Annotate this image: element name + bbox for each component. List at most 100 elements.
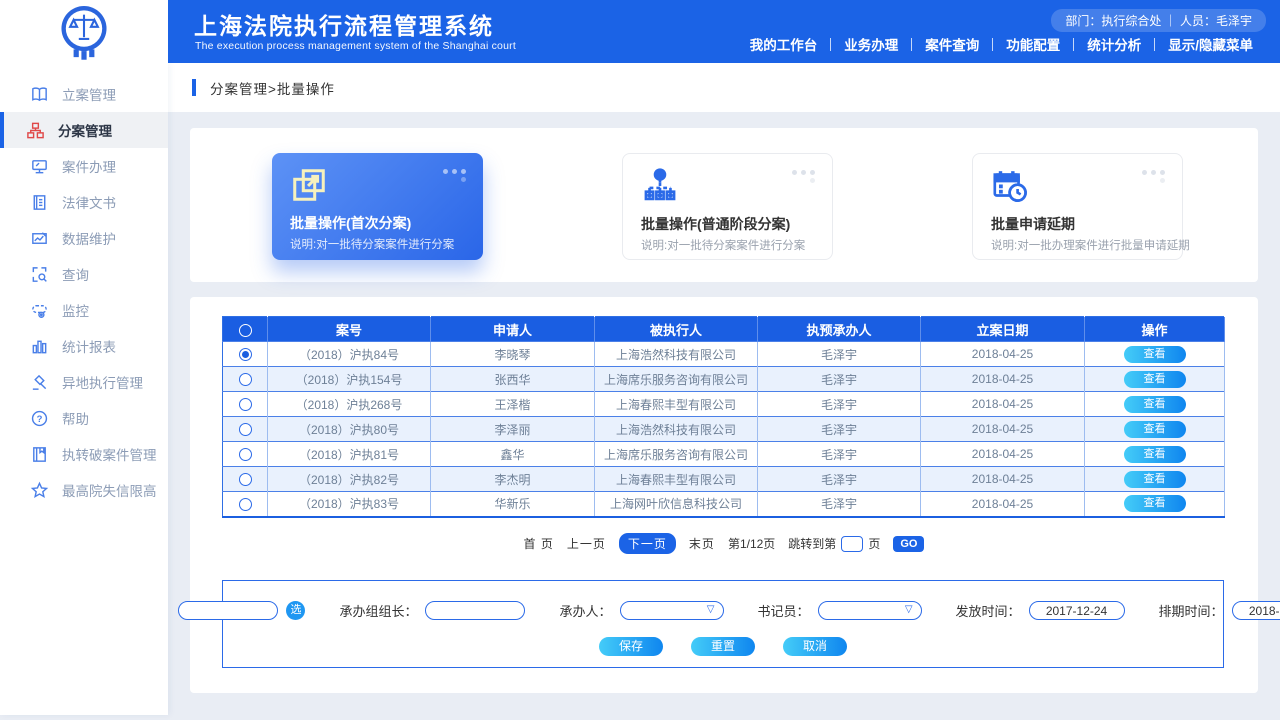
table-row: （2018）沪执81号 鑫华 上海席乐服务咨询有限公司 毛泽宇 2018-04-… — [223, 442, 1225, 467]
sidebar-item-label: 查询 — [62, 264, 89, 284]
view-button[interactable]: 查看 — [1124, 495, 1186, 512]
reset-button[interactable]: 重置 — [691, 637, 755, 656]
cell-filing-date: 2018-04-25 — [921, 417, 1085, 442]
table-row: （2018）沪执82号 李杰明 上海春熙丰型有限公司 毛泽宇 2018-04-2… — [223, 467, 1225, 492]
jump-page-input[interactable] — [841, 536, 863, 552]
sidebar-item-query[interactable]: 查询 — [0, 256, 168, 292]
row-radio[interactable] — [239, 373, 252, 386]
row-radio[interactable] — [239, 473, 252, 486]
monitor-eye-icon — [30, 301, 49, 320]
case-list-panel: 案号 申请人 被执行人 执预承办人 立案日期 操作 （2018）沪执84号 李晓… — [190, 297, 1258, 693]
page-next-link[interactable]: 下一页 — [619, 533, 676, 554]
select-all-radio[interactable] — [239, 324, 252, 337]
cell-filing-date: 2018-04-25 — [921, 392, 1085, 417]
svg-text:?: ? — [37, 413, 43, 424]
sidebar-item-statistical-reports[interactable]: 统计报表 — [0, 328, 168, 364]
card-batch-stage-assignment[interactable]: 批量操作(普通阶段分案) 说明:对一批待分案案件进行分案 — [622, 153, 833, 260]
schedule-date-input[interactable] — [1232, 601, 1280, 620]
cell-respondent: 上海网叶欣信息科技公司 — [595, 492, 758, 517]
view-button[interactable]: 查看 — [1124, 471, 1186, 488]
sidebar-item-case-handling[interactable]: 案件办理 — [0, 148, 168, 184]
card-more-menu[interactable] — [792, 170, 816, 184]
card-title: 批量申请延期 — [991, 214, 1075, 234]
cell-respondent: 上海席乐服务咨询有限公司 — [595, 367, 758, 392]
card-more-menu[interactable] — [1142, 170, 1166, 184]
cell-applicant: 李泽丽 — [431, 417, 595, 442]
sidebar-item-remote-execution[interactable]: 异地执行管理 — [0, 364, 168, 400]
page-last-link[interactable]: 末页 — [689, 535, 715, 552]
nav-item-toggle-menu[interactable]: 显示/隐藏菜单 — [1155, 34, 1266, 54]
go-button[interactable]: GO — [893, 536, 924, 552]
sidebar-item-legal-documents[interactable]: 法律文书 — [0, 184, 168, 220]
sidebar-item-help[interactable]: ? 帮助 — [0, 400, 168, 436]
jump-label-prefix: 跳转到第 — [788, 535, 836, 552]
page-info: 第1/12页 — [728, 535, 775, 552]
sidebar-item-bankruptcy-cases[interactable]: 执转破案件管理 — [0, 436, 168, 472]
case-table: 案号 申请人 被执行人 执预承办人 立案日期 操作 （2018）沪执84号 李晓… — [222, 316, 1225, 518]
page-first-link[interactable]: 首 页 — [524, 535, 554, 552]
issue-date-label: 发放时间： — [956, 601, 1021, 620]
cell-undertaker: 毛泽宇 — [758, 367, 921, 392]
row-radio[interactable] — [239, 448, 252, 461]
save-button[interactable]: 保存 — [599, 637, 663, 656]
undertaker-label: 承办人： — [559, 601, 611, 620]
row-radio[interactable] — [239, 498, 252, 511]
table-row: （2018）沪执80号 李泽丽 上海浩然科技有限公司 毛泽宇 2018-04-2… — [223, 417, 1225, 442]
cell-respondent: 上海春熙丰型有限公司 — [595, 392, 758, 417]
help-icon: ? — [30, 409, 49, 428]
cell-applicant: 张西华 — [431, 367, 595, 392]
nav-item-business[interactable]: 业务办理 — [831, 34, 911, 54]
group-leader-input[interactable] — [425, 601, 525, 620]
card-description: 说明:对一批待分案案件进行分案 — [641, 237, 805, 253]
table-row: （2018）沪执83号 华新乐 上海网叶欣信息科技公司 毛泽宇 2018-04-… — [223, 492, 1225, 517]
card-title: 批量操作(普通阶段分案) — [641, 214, 790, 234]
card-more-menu[interactable] — [443, 169, 467, 183]
sidebar-item-label: 最高院失信限高 — [62, 480, 157, 500]
sidebar-item-label: 案件办理 — [62, 156, 116, 176]
nav-item-workbench[interactable]: 我的工作台 — [737, 34, 831, 54]
clerk-select[interactable] — [818, 601, 922, 620]
view-button[interactable]: 查看 — [1124, 421, 1186, 438]
row-radio[interactable] — [239, 423, 252, 436]
court-emblem-icon — [58, 4, 110, 60]
gavel-icon — [30, 373, 49, 392]
view-button[interactable]: 查看 — [1124, 446, 1186, 463]
nav-item-config[interactable]: 功能配置 — [993, 34, 1073, 54]
nav-item-statistics[interactable]: 统计分析 — [1074, 34, 1154, 54]
column-header-applicant: 申请人 — [431, 317, 595, 342]
nav-item-case-query[interactable]: 案件查询 — [912, 34, 992, 54]
card-batch-extension-request[interactable]: 批量申请延期 说明:对一批办理案件进行批量申请延期 — [972, 153, 1183, 260]
page-prev-link[interactable]: 上一页 — [567, 535, 606, 552]
view-button[interactable]: 查看 — [1124, 371, 1186, 388]
column-header-case-no: 案号 — [268, 317, 431, 342]
batch-operation-cards-panel: 批量操作(首次分案) 说明:对一批待分案案件进行分案 批量操作(普通阶段分案) … — [190, 128, 1258, 282]
card-title: 批量操作(首次分案) — [290, 213, 411, 233]
sidebar-item-monitoring[interactable]: 监控 — [0, 292, 168, 328]
undertaker-select[interactable] — [620, 601, 724, 620]
view-button[interactable]: 查看 — [1124, 396, 1186, 413]
sidebar-item-case-filing[interactable]: 立案管理 — [0, 76, 168, 112]
row-radio[interactable] — [239, 398, 252, 411]
row-radio[interactable] — [239, 348, 252, 361]
sidebar-item-supreme-court-blacklist[interactable]: 最高院失信限高 — [0, 472, 168, 508]
group-input[interactable] — [178, 601, 278, 620]
sidebar-item-case-assignment[interactable]: 分案管理 — [0, 112, 168, 148]
breadcrumb-strip: 分案管理>批量操作 — [168, 63, 1280, 112]
court-logo-block — [0, 0, 168, 63]
cancel-button[interactable]: 取消 — [783, 637, 847, 656]
table-row: （2018）沪执84号 李晓琴 上海浩然科技有限公司 毛泽宇 2018-04-2… — [223, 342, 1225, 367]
cell-case-no: （2018）沪执84号 — [268, 342, 431, 367]
issue-date-input[interactable] — [1029, 601, 1125, 620]
flow-tree-icon — [641, 167, 679, 205]
clerk-label: 书记员： — [758, 601, 810, 620]
document-icon — [30, 193, 49, 212]
star-icon — [30, 481, 49, 500]
select-group-button[interactable]: 选 — [286, 601, 305, 620]
card-batch-first-assignment[interactable]: 批量操作(首次分案) 说明:对一批待分案案件进行分案 — [272, 153, 483, 260]
sidebar-item-data-maintenance[interactable]: 数据维护 — [0, 220, 168, 256]
view-button[interactable]: 查看 — [1124, 346, 1186, 363]
table-row: （2018）沪执154号 张西华 上海席乐服务咨询有限公司 毛泽宇 2018-0… — [223, 367, 1225, 392]
cell-applicant: 王泽楷 — [431, 392, 595, 417]
cell-respondent: 上海浩然科技有限公司 — [595, 342, 758, 367]
column-header-respondent: 被执行人 — [595, 317, 758, 342]
